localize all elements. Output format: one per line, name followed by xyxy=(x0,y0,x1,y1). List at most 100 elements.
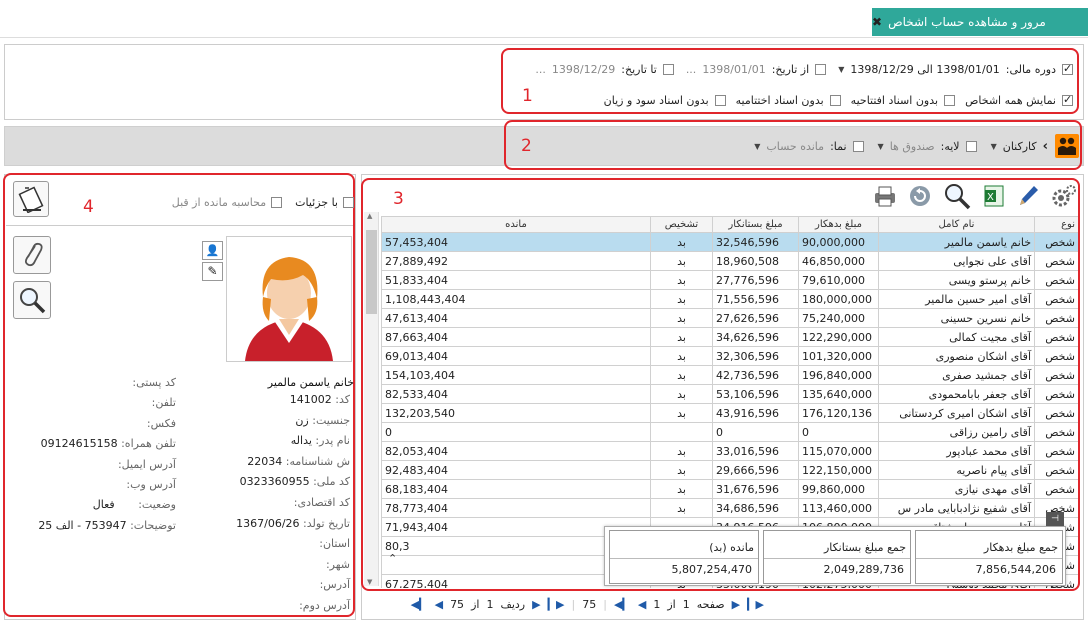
table-row[interactable]: شخص آقای مجیت کمالی 122,290,000 34,626,596 ب… xyxy=(381,327,1078,347)
last-page-icon[interactable]: ▎◀ xyxy=(614,598,631,611)
table-row[interactable]: شخص آقای اشکان منصوری 101,320,000 32,306,59… xyxy=(381,346,1078,366)
table-row[interactable]: شخص آقای رامین رزاقی 0 0 0 xyxy=(381,422,1078,442)
scroll-down-arrow[interactable]: ▼ xyxy=(367,578,372,586)
table-row[interactable]: شخص خانم نسرین حسینی 75,240,000 27,626,596 ب… xyxy=(381,308,1078,328)
cell-name: آقای جمشید صفری xyxy=(878,365,1035,385)
table-row[interactable]: شخص آقای شفیع نژادبابایی مادر س 113,460,00… xyxy=(381,498,1078,518)
to-date-value[interactable]: 1398/12/29 xyxy=(552,63,615,76)
table-row[interactable]: شخص آقای امیر حسین مالمیر 180,000,000 71,55… xyxy=(381,289,1078,309)
cell-name: آقای شفیع نژادبابایی مادر س xyxy=(878,498,1035,518)
col-header-balance[interactable]: مانده xyxy=(381,216,651,233)
postal-label: کد پستی: xyxy=(132,376,176,389)
calc-prev-balance-checkbox[interactable] xyxy=(271,196,283,208)
cell-balance: 0 xyxy=(381,422,651,442)
with-details-checkbox[interactable] xyxy=(343,196,354,208)
settings-icon[interactable] xyxy=(1050,182,1078,213)
next-page-icon[interactable]: ◀ xyxy=(638,598,646,611)
collapse-icon[interactable]: ⌃ xyxy=(388,552,397,565)
table-row[interactable]: شخص خانم پرستو ویسی 79,610,000 27,776,596 بد… xyxy=(381,270,1078,290)
row-value[interactable]: 1 xyxy=(486,598,493,611)
table-row[interactable]: شخص آقای علی نجوایی 46,850,000 18,960,508 بد… xyxy=(381,251,1078,271)
cell-debit: 99,860,000 xyxy=(798,479,879,499)
from-date-picker[interactable]: ... xyxy=(686,63,697,76)
to-date-checkbox[interactable] xyxy=(662,63,674,75)
chevron-down-icon[interactable]: ▼ xyxy=(878,142,884,151)
cell-debit: 79,610,000 xyxy=(798,270,879,290)
excel-icon[interactable]: X xyxy=(982,184,1006,211)
fax-label: فکس: xyxy=(146,416,176,430)
table-row[interactable]: شخص آقای مهدی نیازی 99,860,000 31,676,596 بد… xyxy=(381,479,1078,499)
page-value[interactable]: 1 xyxy=(683,598,690,611)
mobile-value: 09124615158 xyxy=(40,437,118,451)
filter-row-1: دوره مالی: 1398/01/01 الی 1398/12/29 ▼ ا… xyxy=(510,60,1073,78)
no-profit-loss-docs-checkbox[interactable] xyxy=(714,94,726,106)
search-button[interactable] xyxy=(13,281,51,319)
table-row[interactable]: شخص آقای جمشید صفری 196,840,000 42,736,596 ب… xyxy=(381,365,1078,385)
chevron-down-icon[interactable]: ▼ xyxy=(754,142,760,151)
table-row[interactable]: شخص آقای پیام ناصریه 122,150,000 29,666,596… xyxy=(381,460,1078,480)
grid-scrollbar[interactable]: ▲ ▼ xyxy=(364,212,379,586)
from-date-checkbox[interactable] xyxy=(815,63,827,75)
table-row[interactable]: شخص خانم یاسمن مالمیر 90,000,000 32,546,596… xyxy=(381,232,1078,252)
from-date-label: از تاریخ: xyxy=(771,62,810,76)
totals-pin-icon[interactable]: ⊣ xyxy=(1046,512,1064,526)
pen-icon[interactable] xyxy=(1016,183,1040,212)
cell-type: شخص xyxy=(1034,460,1078,480)
no-opening-docs-checkbox[interactable] xyxy=(944,94,956,106)
edit-icon[interactable]: ✎ xyxy=(202,262,223,281)
next-row-icon[interactable]: ◀ xyxy=(435,598,443,611)
row-of-label: از xyxy=(471,597,480,611)
cell-balance: 82,533,404 xyxy=(381,384,651,404)
printer-icon[interactable] xyxy=(872,184,898,211)
table-row[interactable]: شخص آقای محمد عبادپور 115,070,000 33,016,59… xyxy=(381,441,1078,461)
close-icon[interactable]: ✖ xyxy=(872,15,882,29)
first-page-icon[interactable]: ▶▎ xyxy=(747,598,764,611)
cell-debit: 75,240,000 xyxy=(798,308,879,328)
cell-type: شخص xyxy=(1034,251,1078,271)
notepad-button[interactable] xyxy=(13,181,49,217)
prev-page-icon[interactable]: ▶ xyxy=(732,598,740,611)
chevron-down-icon[interactable]: ▼ xyxy=(838,65,844,74)
row-count: 75 xyxy=(582,597,597,611)
svg-text:X: X xyxy=(987,192,994,203)
layer-checkbox[interactable] xyxy=(965,140,977,152)
cell-type: شخص xyxy=(1034,479,1078,499)
col-header-detect[interactable]: تشخیص xyxy=(650,216,713,233)
magnifier-icon[interactable] xyxy=(942,182,972,213)
col-header-debit[interactable]: مبلغ بدهکار xyxy=(798,216,879,233)
show-all-persons-checkbox[interactable] xyxy=(1062,93,1073,106)
table-row[interactable]: شخص آقای جعفر بابامحمودی 135,640,000 53,106… xyxy=(381,384,1078,404)
scroll-up-arrow[interactable]: ▲ xyxy=(367,212,372,220)
refresh-icon[interactable] xyxy=(908,184,932,211)
col-header-type[interactable]: نوع xyxy=(1034,216,1078,233)
view-select[interactable]: مانده حساب xyxy=(766,140,824,153)
cell-debit: 135,640,000 xyxy=(798,384,879,404)
economic-code-label: کد اقتصادی: xyxy=(293,495,350,509)
cell-balance: 132,203,540 xyxy=(381,403,651,423)
cell-detect: بد xyxy=(650,460,713,480)
view-checkbox[interactable] xyxy=(852,140,864,152)
cell-detect: بد xyxy=(650,232,713,252)
layer-select[interactable]: صندوق ها xyxy=(890,140,935,153)
prev-row-icon[interactable]: ▶ xyxy=(532,598,540,611)
title-tab[interactable]: مرور و مشاهده حساب اشخاص ✖ xyxy=(872,8,1088,36)
attachment-button[interactable] xyxy=(13,236,51,274)
fiscal-period-value[interactable]: 1398/01/01 الی 1398/12/29 xyxy=(850,63,999,76)
first-row-icon[interactable]: ▶▎ xyxy=(548,598,565,611)
chevron-left-icon[interactable]: › xyxy=(1043,139,1048,154)
to-date-picker[interactable]: ... xyxy=(535,63,546,76)
last-row-icon[interactable]: ▎◀ xyxy=(411,598,428,611)
no-closing-docs-checkbox[interactable] xyxy=(829,94,841,106)
table-row[interactable]: شخص آقای اشکان امیری کردستانی 176,120,136 4… xyxy=(381,403,1078,423)
chevron-down-icon[interactable]: ▼ xyxy=(991,142,997,151)
col-header-credit[interactable]: مبلغ بستانکار xyxy=(712,216,799,233)
scroll-thumb[interactable] xyxy=(366,230,377,314)
fiscal-period-checkbox[interactable] xyxy=(1062,62,1073,75)
cell-balance: 57,453,404 xyxy=(381,232,651,252)
from-date-value[interactable]: 1398/01/01 xyxy=(702,63,765,76)
col-header-name[interactable]: نام کامل xyxy=(878,216,1035,233)
cell-name: آقای امیر حسین مالمیر xyxy=(878,289,1035,309)
cell-detect: بد xyxy=(650,498,713,518)
user-icon[interactable]: 👤 xyxy=(202,241,223,260)
group-select[interactable]: کارکنان xyxy=(1003,140,1037,153)
